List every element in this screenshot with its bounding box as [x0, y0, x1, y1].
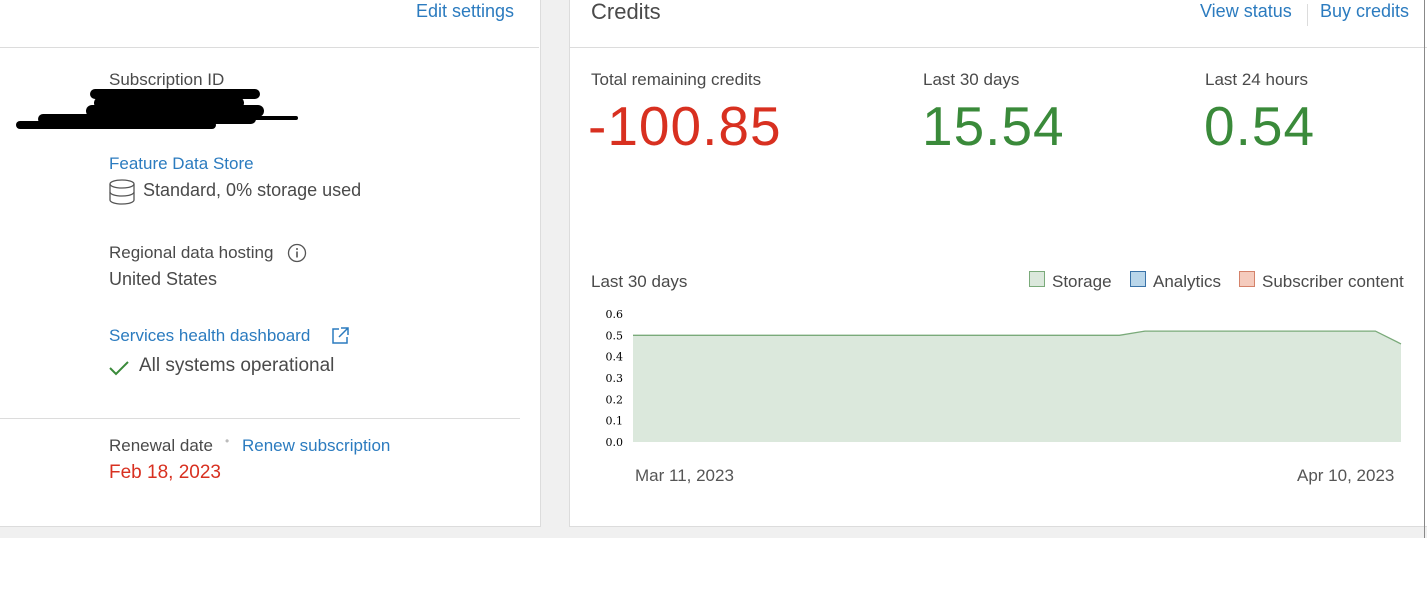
link-separator	[1307, 4, 1308, 26]
y-tick-label: 0.1	[606, 415, 624, 428]
y-tick-label: 0.2	[606, 393, 624, 406]
legend-label-storage[interactable]: Storage	[1052, 272, 1112, 292]
database-icon	[109, 179, 137, 210]
renewal-date-label: Renewal date	[109, 436, 213, 455]
legend-swatch-subscriber-content	[1239, 271, 1255, 287]
window-edge	[1424, 0, 1425, 538]
x-axis-start-label: Mar 11, 2023	[635, 466, 734, 485]
separator-dot: •	[225, 434, 230, 448]
total-remaining-label: Total remaining credits	[591, 70, 762, 89]
edit-settings-link[interactable]: Edit settings	[416, 1, 514, 22]
buy-credits-link[interactable]: Buy credits	[1320, 1, 1409, 22]
credits-divider	[570, 47, 1427, 48]
credits-title: Credits	[591, 0, 661, 24]
subscription-panel: Edit settings Subscription ID Feature Da…	[0, 0, 541, 527]
last-30-days-value: 15.54	[922, 95, 1065, 157]
external-link-icon[interactable]	[330, 326, 350, 351]
regional-hosting-label: Regional data hosting	[109, 243, 274, 262]
chart-title: Last 30 days	[591, 272, 688, 291]
panel-divider	[0, 47, 539, 48]
legend-swatch-storage	[1029, 271, 1045, 287]
last-24-hours-value: 0.54	[1204, 95, 1316, 157]
info-icon[interactable]	[287, 243, 307, 268]
y-tick-label: 0.5	[606, 329, 624, 342]
checkmark-icon	[108, 358, 130, 383]
y-tick-label: 0.6	[606, 308, 624, 321]
credits-panel: Credits View status Buy credits Total re…	[569, 0, 1427, 527]
legend-label-subscriber-content[interactable]: Subscriber content	[1262, 272, 1404, 292]
subscription-id-label: Subscription ID	[109, 70, 225, 89]
health-status-text: All systems operational	[139, 355, 335, 376]
renewal-date-value: Feb 18, 2023	[109, 462, 221, 483]
renewal-divider	[0, 418, 520, 419]
legend-swatch-analytics	[1130, 271, 1146, 287]
total-remaining-value: -100.85	[588, 95, 782, 157]
storage-usage-text: Standard, 0% storage used	[143, 180, 362, 200]
renew-subscription-link[interactable]: Renew subscription	[242, 436, 390, 456]
y-tick-label: 0.3	[606, 372, 624, 385]
last-24-hours-label: Last 24 hours	[1205, 70, 1309, 89]
regional-hosting-value: United States	[109, 269, 218, 289]
feature-data-store-link[interactable]: Feature Data Store	[109, 154, 254, 174]
last-30-days-label: Last 30 days	[923, 70, 1020, 89]
legend-label-analytics[interactable]: Analytics	[1153, 272, 1221, 292]
x-axis-end-label: Apr 10, 2023	[1297, 466, 1395, 485]
services-health-link[interactable]: Services health dashboard	[109, 326, 310, 346]
y-tick-label: 0.0	[606, 436, 624, 449]
y-tick-label: 0.4	[606, 351, 624, 364]
view-status-link[interactable]: View status	[1200, 1, 1292, 22]
storage-area	[633, 331, 1401, 442]
